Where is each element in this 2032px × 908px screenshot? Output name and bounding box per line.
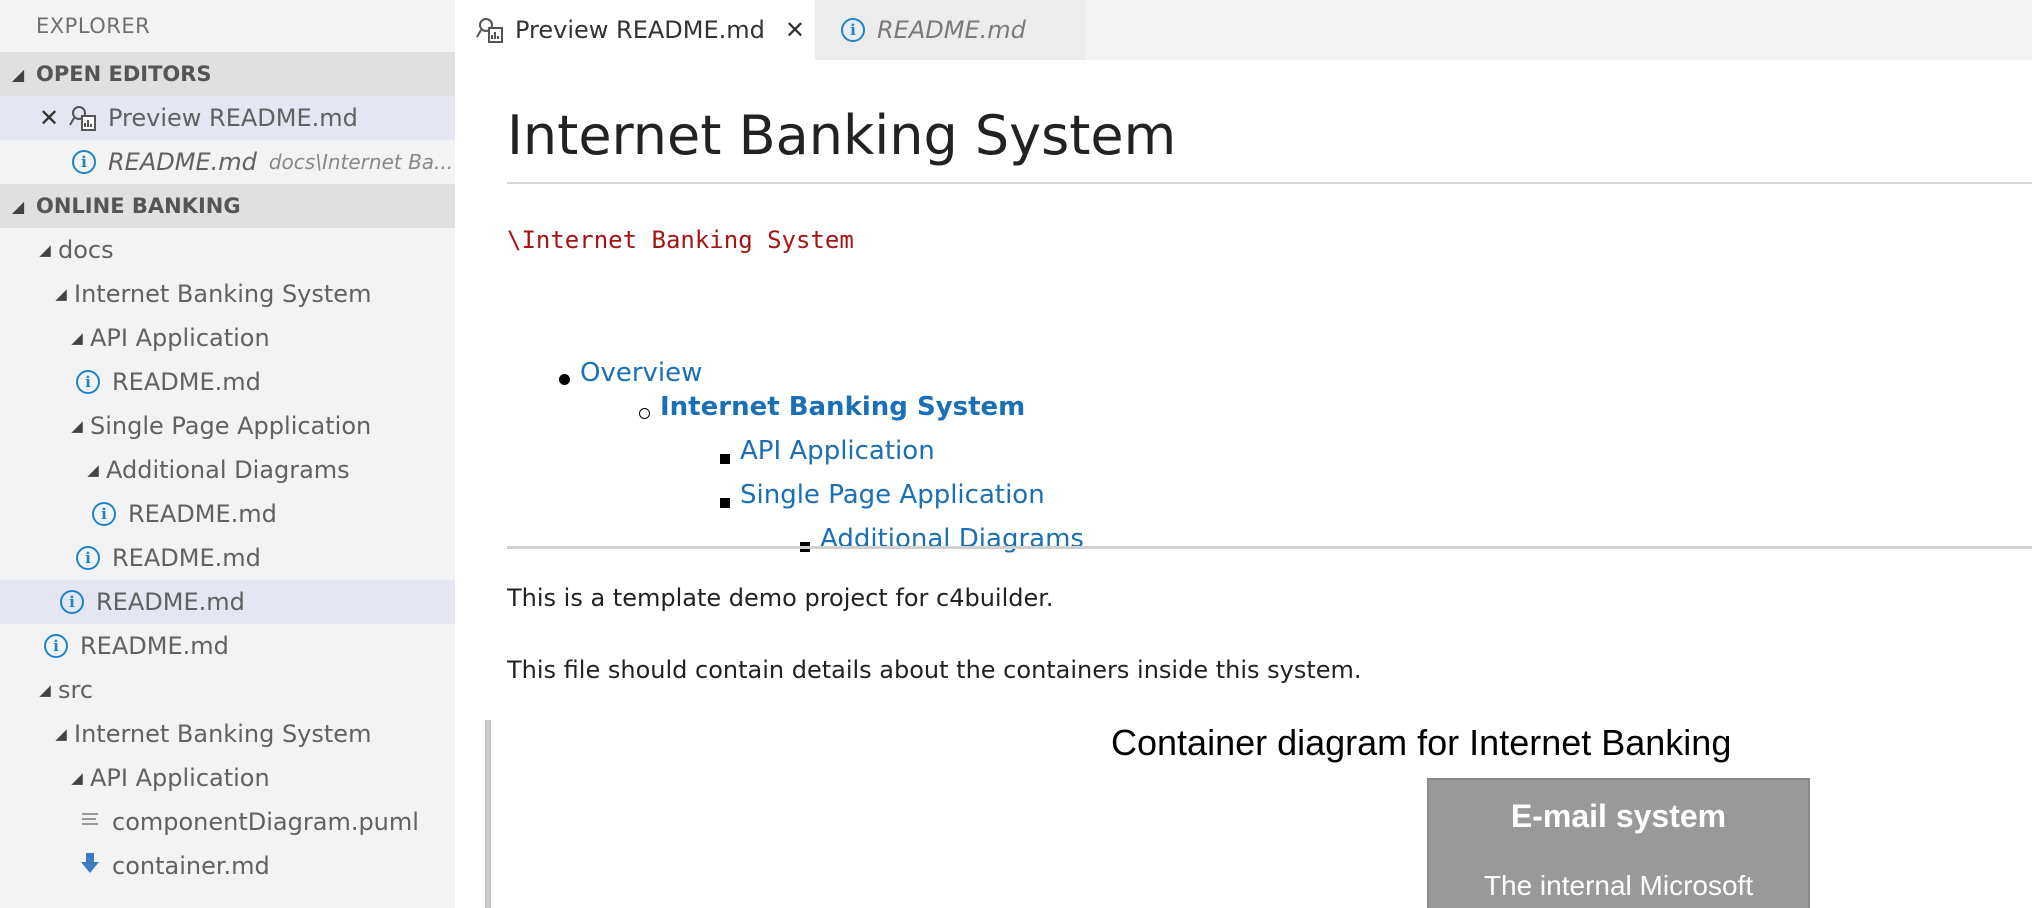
chevron-down-icon: ◢ <box>55 285 67 303</box>
close-icon[interactable]: ✕ <box>36 104 62 132</box>
tree-folder-docs[interactable]: ◢ docs <box>0 228 455 272</box>
toc-link-api-application[interactable]: API Application <box>740 436 935 466</box>
tree-file-readme-selected[interactable]: i README.md <box>0 580 455 624</box>
close-icon[interactable]: ✕ <box>785 16 805 44</box>
tree-file-readme[interactable]: i README.md <box>0 492 455 536</box>
chevron-down-icon: ◢ <box>39 241 51 259</box>
open-editor-readme[interactable]: i README.md docs\Internet Ba... <box>0 140 455 184</box>
code-path: \Internet Banking System <box>507 226 854 254</box>
markdown-down-arrow-icon <box>80 852 100 880</box>
workspace-label: ONLINE BANKING <box>36 194 241 218</box>
tree-label: README.md <box>112 368 261 396</box>
tree-label: README.md <box>112 544 261 572</box>
tree-file-container-md[interactable]: container.md <box>0 844 455 888</box>
tree-folder-src[interactable]: ◢ src <box>0 668 455 712</box>
toc-link-additional-diagrams[interactable]: Additional Diagrams <box>820 524 1084 554</box>
chevron-down-icon: ◢ <box>71 769 83 787</box>
paragraph: This file should contain details about t… <box>507 656 1362 684</box>
tree-file-readme[interactable]: i README.md <box>0 536 455 580</box>
paragraph: This is a template demo project for c4bu… <box>507 584 1054 612</box>
tree-label: Internet Banking System <box>74 280 372 308</box>
chevron-down-icon: ◢ <box>87 461 99 479</box>
info-icon: i <box>72 150 96 174</box>
tree-label: API Application <box>90 324 270 352</box>
tree-folder-internet-banking-system[interactable]: ◢ Internet Banking System <box>0 712 455 756</box>
tree-label: Internet Banking System <box>74 720 372 748</box>
workspace-header[interactable]: ◢ ONLINE BANKING <box>0 184 455 228</box>
heading-divider <box>507 182 2032 184</box>
info-icon: i <box>76 370 100 394</box>
open-editor-path: docs\Internet Ba... <box>268 150 454 174</box>
tree-folder-additional-diagrams[interactable]: ◢ Additional Diagrams <box>0 448 455 492</box>
bullet <box>720 498 730 508</box>
bullet <box>639 408 650 419</box>
open-editor-label: README.md <box>108 148 257 176</box>
tree-label: container.md <box>112 852 270 880</box>
tree-label: Additional Diagrams <box>106 456 350 484</box>
tree-label: docs <box>58 236 114 264</box>
open-editor-preview-readme[interactable]: ✕ Preview README.md <box>0 96 455 140</box>
tree-label: Single Page Application <box>90 412 372 440</box>
tab-preview-readme[interactable]: Preview README.md ✕ <box>455 0 815 60</box>
tree-folder-single-page-application[interactable]: ◢ Single Page Application <box>0 404 455 448</box>
tree-label: README.md <box>96 588 245 616</box>
explorer-sidebar: EXPLORER ◢ OPEN EDITORS ✕ Preview README… <box>0 0 455 908</box>
info-icon: i <box>76 546 100 570</box>
chevron-down-icon: ◢ <box>11 64 25 84</box>
tree-label: README.md <box>80 632 229 660</box>
tree-file-readme[interactable]: i README.md <box>0 624 455 668</box>
markdown-preview: Internet Banking System \Internet Bankin… <box>455 60 2032 908</box>
explorer-title: EXPLORER <box>36 14 151 38</box>
external-system-box: E-mail system The internal Microsoft <box>1427 778 1810 908</box>
open-editor-label: Preview README.md <box>108 104 358 132</box>
chevron-down-icon: ◢ <box>71 417 83 435</box>
external-system-name: E-mail system <box>1510 798 1727 834</box>
chevron-down-icon: ◢ <box>71 329 83 347</box>
diagram-title: Container diagram for Internet Banking <box>1111 722 1732 763</box>
open-editors-header[interactable]: ◢ OPEN EDITORS <box>0 52 455 96</box>
info-icon: i <box>60 590 84 614</box>
tree-folder-internet-banking-system[interactable]: ◢ Internet Banking System <box>0 272 455 316</box>
tree-file-readme[interactable]: i README.md <box>0 360 455 404</box>
preview-icon <box>68 103 98 133</box>
tree-folder-api-application[interactable]: ◢ API Application <box>0 756 455 800</box>
open-editors-label: OPEN EDITORS <box>36 62 212 86</box>
chevron-down-icon: ◢ <box>11 196 25 216</box>
chevron-down-icon: ◢ <box>55 725 67 743</box>
tree-label: src <box>58 676 94 704</box>
tree-file-component-diagram[interactable]: componentDiagram.puml <box>0 800 455 844</box>
info-icon: i <box>841 18 865 42</box>
info-icon: i <box>44 634 68 658</box>
blockquote-bar <box>485 720 491 908</box>
text-file-icon <box>80 808 100 836</box>
tab-readme[interactable]: i README.md <box>815 0 1085 60</box>
toc-link-overview[interactable]: Overview <box>580 358 702 388</box>
info-icon: i <box>92 502 116 526</box>
tree-folder-api-application[interactable]: ◢ API Application <box>0 316 455 360</box>
tree-label: componentDiagram.puml <box>112 808 419 836</box>
preview-icon <box>475 15 505 45</box>
external-system-description: The internal Microsoft <box>1483 870 1754 901</box>
bullet <box>559 374 570 385</box>
toc-link-single-page-application[interactable]: Single Page Application <box>740 480 1045 510</box>
section-divider <box>507 546 2032 549</box>
tab-label: Preview README.md <box>515 16 765 44</box>
tree-label: README.md <box>128 500 277 528</box>
page-title: Internet Banking System <box>507 104 1177 167</box>
bullet <box>720 454 730 464</box>
tree-label: API Application <box>90 764 270 792</box>
editor-tab-bar: Preview README.md ✕ i README.md <box>455 0 2032 60</box>
tab-label: README.md <box>877 16 1026 44</box>
chevron-down-icon: ◢ <box>39 681 51 699</box>
toc-link-internet-banking-system[interactable]: Internet Banking System <box>660 392 1025 422</box>
